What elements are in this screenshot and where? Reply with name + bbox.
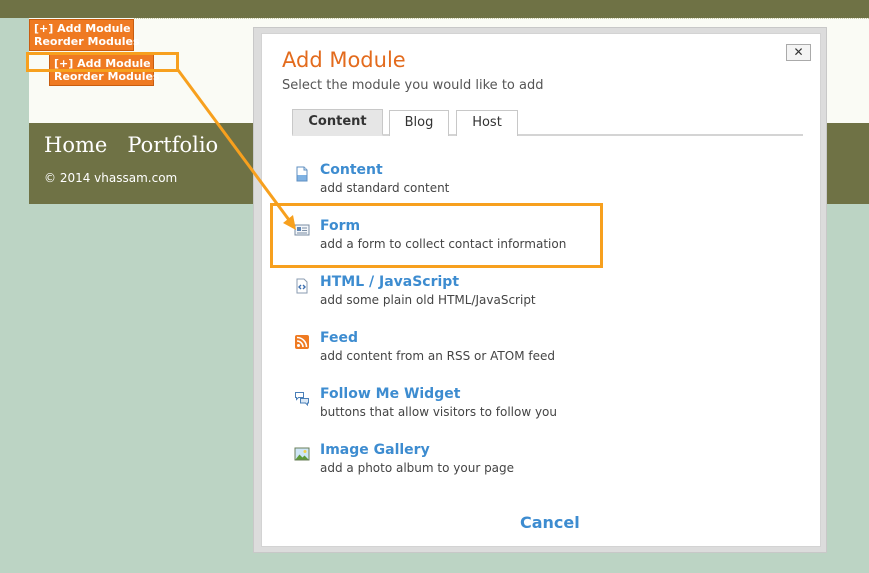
module-name[interactable]: Image Gallery [320,442,430,458]
copyright-text: © 2014 vhassam.com [44,171,178,185]
module-desc: buttons that allow visitors to follow yo… [320,405,558,419]
module-item-image-gallery[interactable]: Image Gallery add a photo album to your … [294,442,694,482]
cancel-button[interactable]: Cancel [520,513,580,532]
module-controls[interactable]: [+] Add Module Reorder Modules [29,19,140,51]
rss-icon [295,335,309,349]
tab-content[interactable]: Content [292,109,383,136]
modal-frame: Add Module Select the module you would l… [253,27,827,553]
site-top-band [0,0,869,18]
code-icon [296,278,308,294]
module-item-feed[interactable]: Feed add content from an RSS or ATOM fee… [294,330,694,370]
speech-bubbles-icon [295,392,309,406]
add-module-dialog: Add Module Select the module you would l… [261,33,821,547]
image-icon [294,447,310,461]
module-item-content[interactable]: Content add standard content [294,162,694,202]
dialog-subtitle: Select the module you would like to add [282,78,544,93]
tab-blog[interactable]: Blog [389,110,449,136]
module-name[interactable]: Feed [320,330,358,346]
module-tabs: Content Blog Host [292,109,803,136]
add-module-highlight [26,52,179,72]
module-desc: add a photo album to your page [320,461,515,475]
module-item-follow-me[interactable]: Follow Me Widget buttons that allow visi… [294,386,694,426]
module-name[interactable]: Content [320,162,383,178]
form-option-highlight [270,203,603,268]
close-button[interactable]: ✕ [786,44,811,61]
add-module-link[interactable]: [+] Add Module [34,22,131,35]
dialog-title: Add Module [282,48,406,72]
document-icon [296,166,308,182]
module-item-html[interactable]: HTML / JavaScript add some plain old HTM… [294,274,694,314]
module-desc: add content from an RSS or ATOM feed [320,349,555,363]
module-name[interactable]: Follow Me Widget [320,386,460,402]
module-desc: add some plain old HTML/JavaScript [320,293,536,307]
tab-host[interactable]: Host [456,110,518,136]
module-name[interactable]: HTML / JavaScript [320,274,459,290]
site-nav: Home Portfolio [44,133,218,157]
nav-home[interactable]: Home [44,133,107,157]
module-desc: add standard content [320,181,450,195]
close-icon: ✕ [793,45,804,59]
nav-portfolio[interactable]: Portfolio [127,133,218,157]
reorder-modules-link[interactable]: Reorder Modules [34,35,140,48]
